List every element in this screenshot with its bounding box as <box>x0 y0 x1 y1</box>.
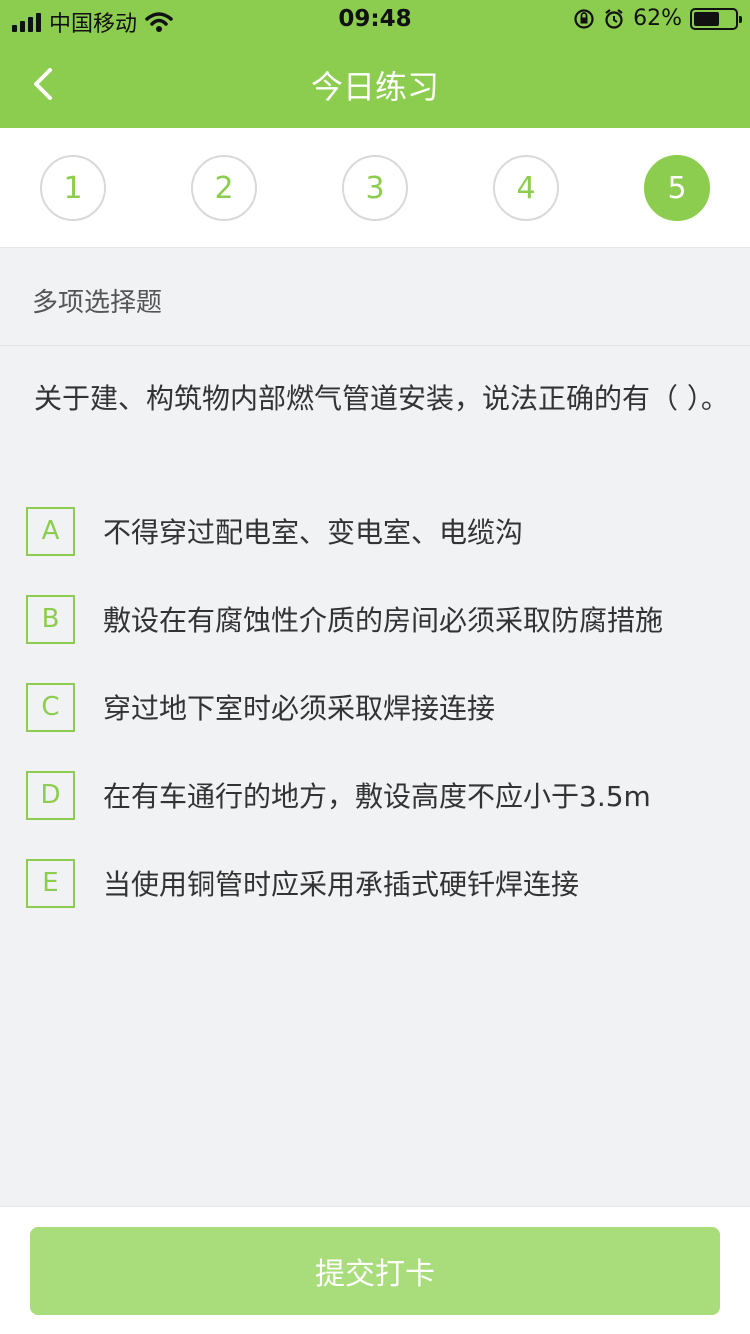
battery-fill <box>694 11 719 26</box>
question-text: 关于建、构筑物内部燃气管道安装，说法正确的有（ ）。 <box>34 382 729 415</box>
question-number-5[interactable]: 5 <box>644 155 710 221</box>
status-bar: 中国移动 09:48 62% <box>0 0 750 40</box>
footer: 提交打卡 <box>0 1206 750 1334</box>
submit-button[interactable]: 提交打卡 <box>30 1227 720 1315</box>
question-type-label: 多项选择题 <box>32 288 163 318</box>
option-d[interactable]: D 在有车通行的地方，敷设高度不应小于3.5m <box>26 770 651 820</box>
question-number-3[interactable]: 3 <box>342 155 408 221</box>
option-key: A <box>26 506 75 556</box>
page-title: 今日练习 <box>310 68 439 106</box>
question-type-header: 多项选择题 <box>0 248 750 346</box>
question-number-2[interactable]: 2 <box>191 155 257 221</box>
option-text: 在有车通行的地方，敷设高度不应小于3.5m <box>103 780 651 813</box>
orientation-lock-icon <box>574 8 594 29</box>
nav-bar: 今日练习 <box>0 40 750 128</box>
question-number-1[interactable]: 1 <box>40 155 106 221</box>
option-text: 敷设在有腐蚀性介质的房间必须采取防腐措施 <box>103 604 664 637</box>
status-right: 62% <box>573 6 742 31</box>
option-text: 不得穿过配电室、变电室、电缆沟 <box>103 516 524 549</box>
battery-percent: 62% <box>633 6 682 31</box>
option-a[interactable]: A 不得穿过配电室、变电室、电缆沟 <box>26 506 523 556</box>
option-key: E <box>26 858 75 908</box>
option-key: D <box>26 770 75 820</box>
option-key: C <box>26 682 75 732</box>
option-key: B <box>26 594 75 644</box>
option-c[interactable]: C 穿过地下室时必须采取焊接连接 <box>26 682 495 732</box>
alarm-icon <box>605 8 623 29</box>
question-number-4[interactable]: 4 <box>493 155 559 221</box>
question-index-bar: 1 2 3 4 5 <box>0 128 750 248</box>
option-e[interactable]: E 当使用铜管时应采用承插式硬钎焊连接 <box>26 858 579 908</box>
option-text: 当使用铜管时应采用承插式硬钎焊连接 <box>103 868 580 901</box>
option-b[interactable]: B 敷设在有腐蚀性介质的房间必须采取防腐措施 <box>26 594 663 644</box>
option-text: 穿过地下室时必须采取焊接连接 <box>103 692 496 725</box>
battery-icon <box>690 7 742 30</box>
